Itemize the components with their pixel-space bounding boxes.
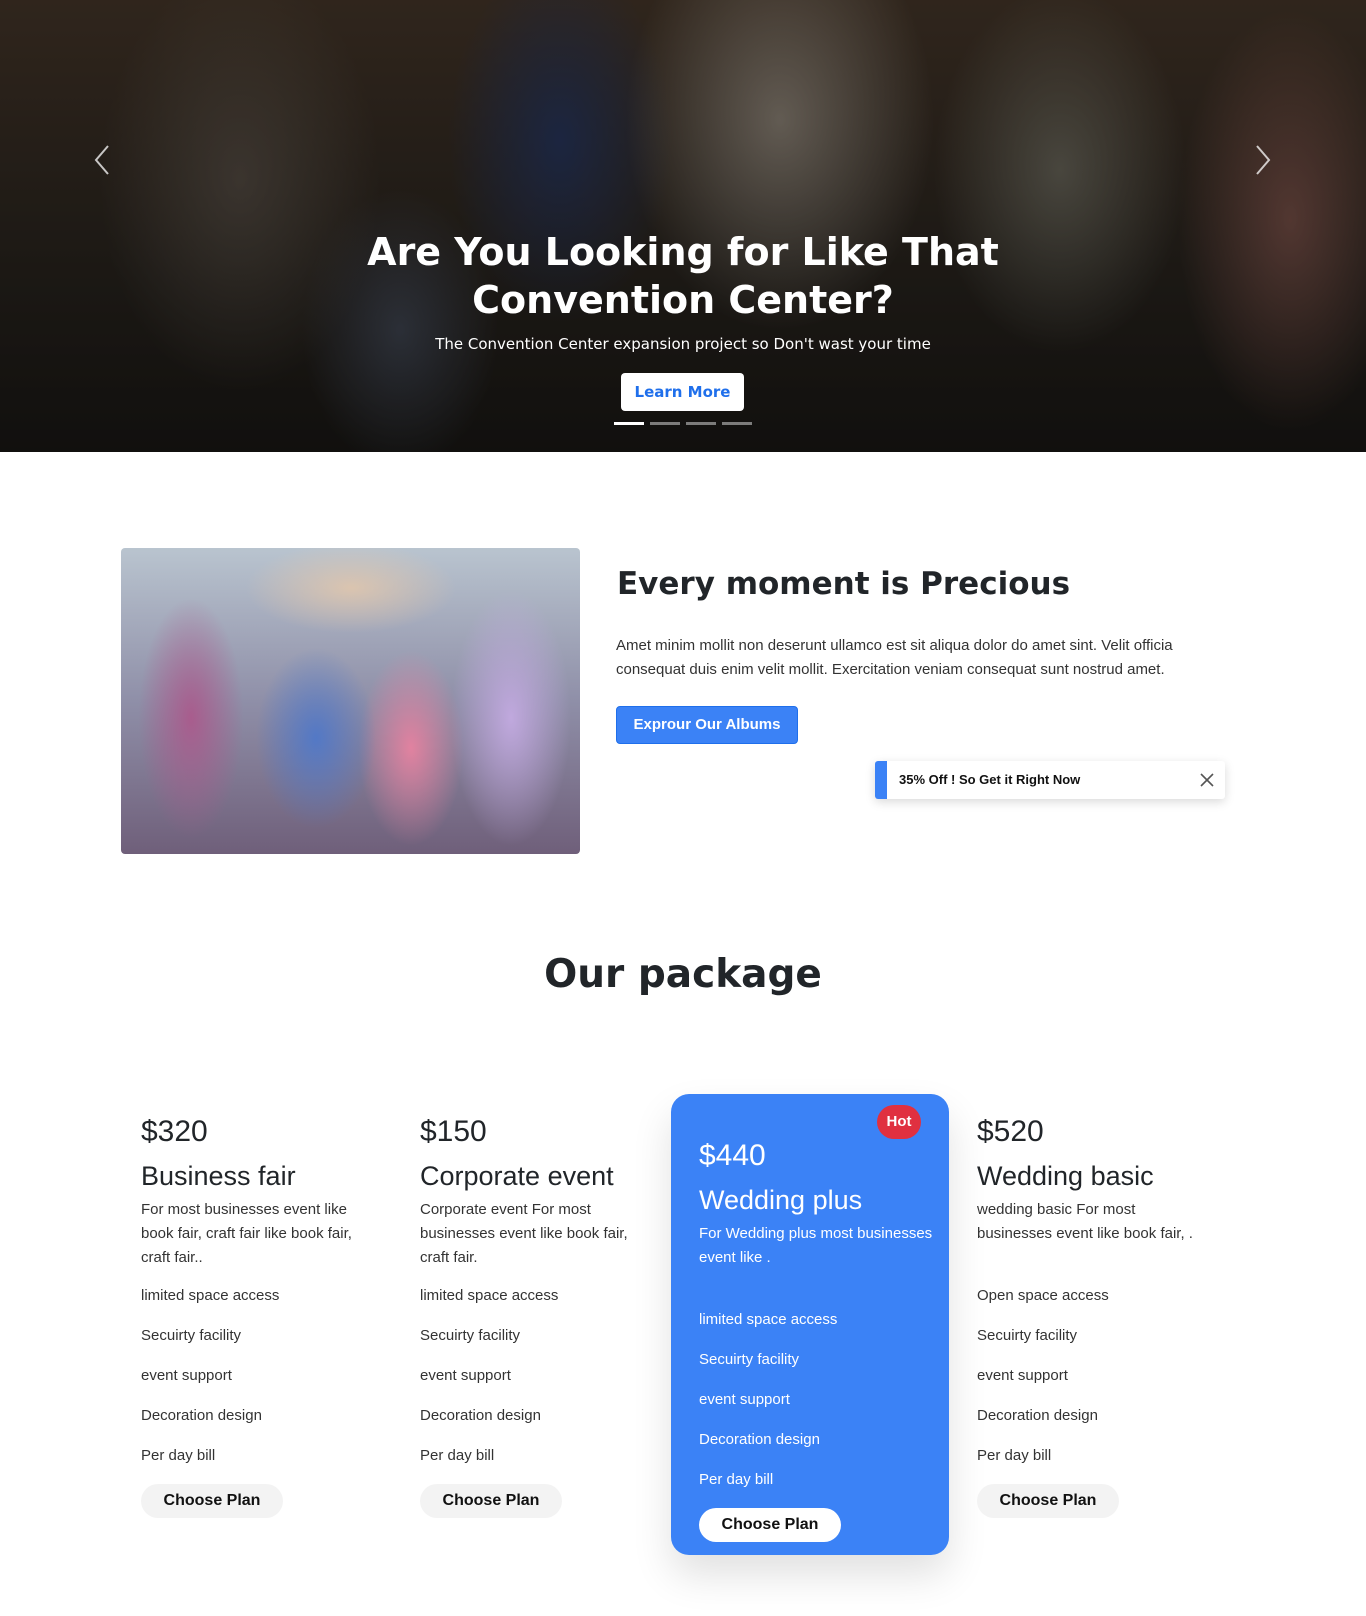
plan-feature: Secuirty facility <box>977 1327 1078 1344</box>
carousel-indicators <box>614 422 752 425</box>
plan-feature: limited space access <box>699 1311 838 1328</box>
about-text: Amet minim mollit non deserunt ullamco e… <box>616 637 1173 678</box>
toast-accent-bar <box>875 761 887 799</box>
plan-price: $440 <box>699 1139 766 1172</box>
plan-feature: Per day bill <box>977 1447 1052 1464</box>
carousel-prev-button[interactable] <box>90 140 114 180</box>
about-image <box>121 548 580 854</box>
choose-plan-button[interactable]: Choose Plan <box>699 1508 841 1542</box>
plan-features: limited space access Secuirty facility e… <box>699 1308 934 1508</box>
packages-title: Our package <box>544 952 822 997</box>
plan-feature: Per day bill <box>141 1447 216 1464</box>
plan-name: Business fair <box>141 1161 296 1191</box>
plan-feature: event support <box>141 1367 232 1384</box>
plan-price: $320 <box>141 1115 208 1148</box>
plan-feature: Decoration design <box>141 1407 262 1424</box>
plan-features: limited space access Secuirty facility e… <box>141 1284 376 1484</box>
plan-feature: Open space access <box>977 1287 1109 1304</box>
chevron-right-icon <box>1256 145 1271 175</box>
plan-feature: Decoration design <box>699 1431 820 1448</box>
plan-name: Wedding plus <box>699 1185 863 1215</box>
carousel-indicator[interactable] <box>686 422 716 425</box>
hot-badge: Hot <box>877 1105 921 1139</box>
plan-feature: limited space access <box>420 1287 559 1304</box>
plan-feature: event support <box>977 1367 1068 1384</box>
choose-plan-button[interactable]: Choose Plan <box>420 1484 562 1518</box>
carousel-next-button[interactable] <box>1251 140 1275 180</box>
plan-feature: Secuirty facility <box>420 1327 521 1344</box>
plan-price: $520 <box>977 1115 1044 1148</box>
about-title: Every moment is Precious <box>617 566 1071 602</box>
hero-subtitle: The Convention Center expansion project … <box>435 335 931 353</box>
hero-carousel: Are You Looking for Like That Convention… <box>0 0 1366 452</box>
plan-feature: limited space access <box>141 1287 280 1304</box>
plan-name: Wedding basic <box>977 1161 1154 1191</box>
plan-feature: event support <box>699 1391 790 1408</box>
promo-toast: 35% Off ! So Get it Right Now <box>875 761 1225 799</box>
plan-feature: Decoration design <box>420 1407 541 1424</box>
choose-plan-button[interactable]: Choose Plan <box>141 1484 283 1518</box>
toast-close-button[interactable] <box>1199 772 1215 788</box>
toast-text: 35% Off ! So Get it Right Now <box>899 772 1081 787</box>
package-card-business-fair: $320 Business fair For most businesses e… <box>121 1094 400 1556</box>
plan-description: wedding basic For most businesses event … <box>977 1201 1193 1242</box>
plan-description: For most businesses event like book fair… <box>141 1201 352 1266</box>
plan-feature: Decoration design <box>977 1407 1098 1424</box>
package-card-wedding-basic: $520 Wedding basic wedding basic For mos… <box>957 1094 1236 1556</box>
plan-description: For Wedding plus most businesses event l… <box>699 1225 933 1266</box>
plan-feature: Secuirty facility <box>699 1351 800 1368</box>
carousel-indicator[interactable] <box>722 422 752 425</box>
hero-title-line2: Convention Center? <box>472 278 894 322</box>
explore-albums-button[interactable]: Exprour Our Albums <box>616 706 798 744</box>
chevron-left-icon <box>94 145 109 175</box>
package-card-corporate-event: $150 Corporate event Corporate event For… <box>400 1094 679 1556</box>
plan-feature: Per day bill <box>420 1447 495 1464</box>
hero-title: Are You Looking for Like That Convention… <box>0 228 1366 324</box>
plan-description: Corporate event For most businesses even… <box>420 1201 628 1266</box>
plan-features: limited space access Secuirty facility e… <box>420 1284 655 1484</box>
carousel-indicator[interactable] <box>650 422 680 425</box>
hero-title-line1: Are You Looking for Like That <box>367 230 999 274</box>
plan-name: Corporate event <box>420 1161 614 1191</box>
close-icon <box>1200 773 1214 787</box>
package-card-wedding-plus: Hot $440 Wedding plus For Wedding plus m… <box>671 1094 949 1555</box>
plan-feature: event support <box>420 1367 511 1384</box>
plan-feature: Secuirty facility <box>141 1327 242 1344</box>
plan-feature: Per day bill <box>699 1471 774 1488</box>
choose-plan-button[interactable]: Choose Plan <box>977 1484 1119 1518</box>
plan-price: $150 <box>420 1115 487 1148</box>
plan-features: Open space access Secuirty facility even… <box>977 1284 1212 1484</box>
carousel-indicator[interactable] <box>614 422 644 425</box>
learn-more-button[interactable]: Learn More <box>621 373 744 411</box>
